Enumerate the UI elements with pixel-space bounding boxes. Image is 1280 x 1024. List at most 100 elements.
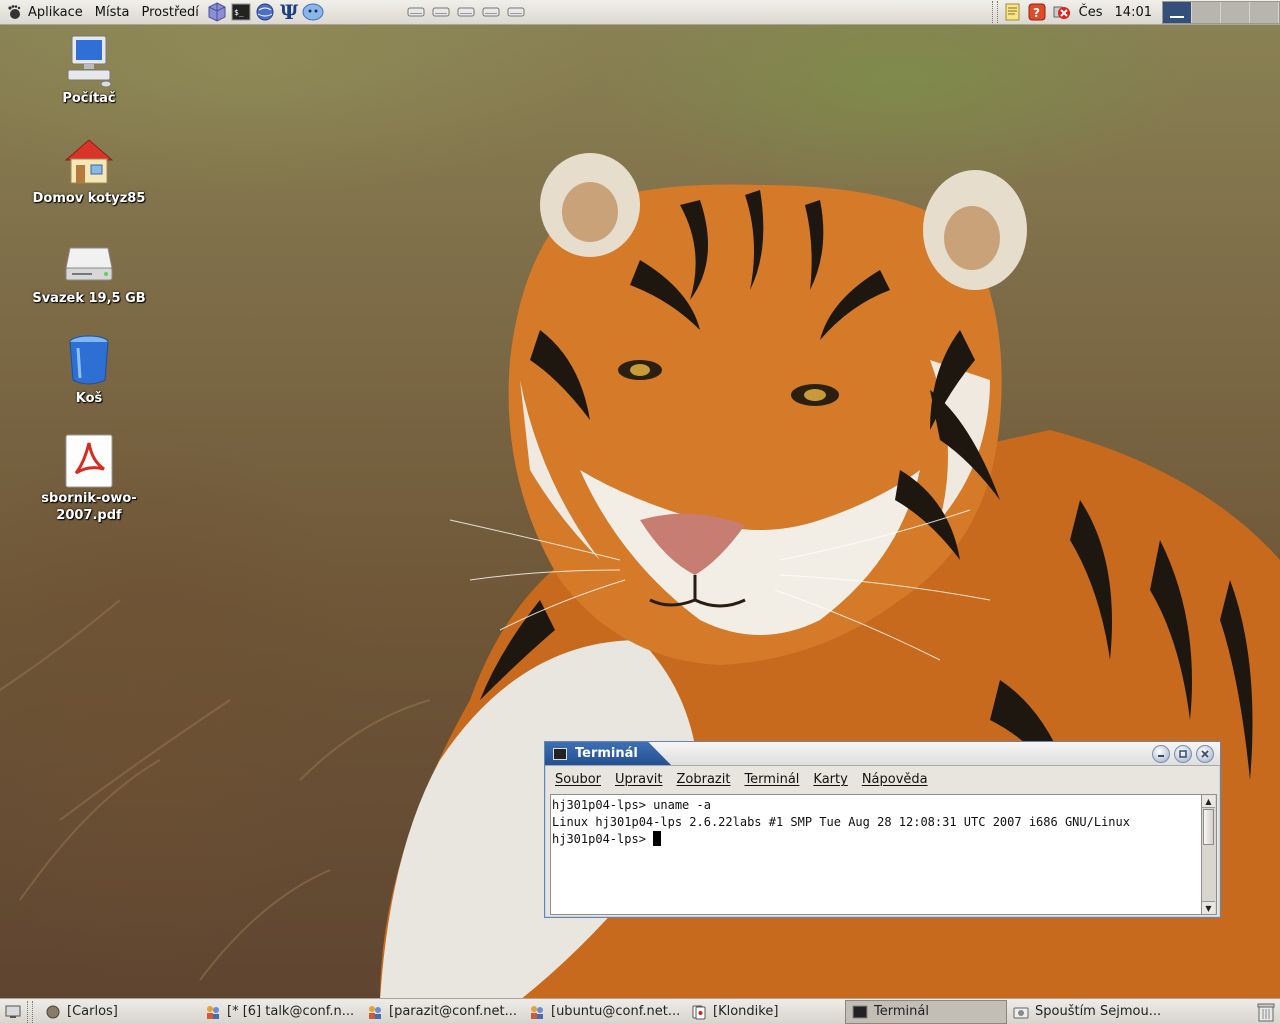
task-label: [parazit@conf.net...: [389, 1004, 517, 1019]
pdf-icon: [62, 434, 116, 488]
terminal-menubar: Soubor Upravit Zobrazit Terminál Karty N…: [545, 766, 1220, 793]
gnome-foot-icon: [8, 5, 21, 19]
launcher-terminal-icon[interactable]: $_: [230, 1, 252, 23]
task-button-ubuntu[interactable]: [ubuntu@conf.net...: [523, 1000, 685, 1024]
task-label: [* [6] talk@conf.n...: [227, 1004, 355, 1019]
trash-icon: [62, 334, 116, 388]
desktop-icon-label: sbornik-owo-2007.pdf: [41, 491, 137, 523]
tray-handle[interactable]: [991, 1, 998, 23]
terminal-icon: [852, 1004, 868, 1020]
terminal-scrollbar[interactable]: ▲ ▼: [1202, 794, 1217, 915]
task-label: [ubuntu@conf.net...: [551, 1004, 681, 1019]
system-tray: ? Čes 14:01: [989, 0, 1280, 25]
desktop-icon-label: Počítač: [62, 91, 116, 106]
menu-applications[interactable]: Aplikace: [0, 0, 89, 25]
task-button-talk[interactable]: [* [6] talk@conf.n...: [199, 1000, 361, 1024]
minimize-icon: [1158, 755, 1164, 757]
close-button[interactable]: [1196, 745, 1214, 763]
menu-tabs[interactable]: Karty: [813, 772, 847, 787]
desktop-icon-home[interactable]: Domov kotyz85: [29, 134, 149, 207]
svg-text:Ψ: Ψ: [280, 1, 299, 23]
window-title: Terminál: [575, 746, 638, 761]
task-label: Terminál: [874, 1004, 929, 1019]
desktop-icon-label: Svazek 19,5 GB: [32, 291, 146, 306]
clock[interactable]: 14:01: [1109, 0, 1158, 25]
game-icon: [45, 1004, 61, 1020]
menu-applications-label: Aplikace: [28, 4, 83, 20]
menu-help[interactable]: Nápověda: [862, 772, 928, 787]
camera-icon: [1013, 1004, 1029, 1020]
menu-places[interactable]: Místa: [89, 0, 136, 25]
task-button-terminal[interactable]: Terminál: [845, 999, 1007, 1024]
text-cursor: [653, 831, 662, 846]
desktop-icon-label: Koš: [75, 391, 103, 406]
drive-icon[interactable]: [505, 1, 527, 23]
trash-applet[interactable]: [1254, 1000, 1278, 1024]
scroll-down-button[interactable]: ▼: [1202, 901, 1215, 914]
workspace-1[interactable]: [1163, 1, 1192, 23]
terminal-prompt-line: hj301p04-lps>: [552, 831, 1200, 848]
drive-icon[interactable]: [430, 1, 452, 23]
task-label: Spouštím Sejmou...: [1035, 1004, 1162, 1019]
scrollbar-thumb[interactable]: [1203, 809, 1214, 845]
minimize-button[interactable]: [1152, 745, 1170, 763]
drive-mounts: [405, 1, 527, 23]
help-icon[interactable]: ?: [1026, 1, 1048, 23]
desktop-icon-label: Domov kotyz85: [32, 191, 146, 206]
menu-system[interactable]: Prostředí: [135, 0, 204, 25]
desktop-icon-volume[interactable]: Svazek 19,5 GB: [29, 234, 149, 307]
home-icon: [62, 134, 116, 188]
terminal-line: Linux hj301p04-lps 2.6.22labs #1 SMP Tue…: [552, 815, 1130, 829]
trash-icon: [1257, 1003, 1275, 1022]
menu-view[interactable]: Zobrazit: [676, 772, 730, 787]
svg-text:$_: $_: [234, 8, 244, 17]
show-desktop-button[interactable]: [3, 1002, 23, 1022]
terminal-output[interactable]: hj301p04-lps> uname -a Linux hj301p04-lps…: [550, 794, 1202, 915]
desktop-icon-trash[interactable]: Koš: [29, 334, 149, 407]
terminal-titlebar[interactable]: Terminál: [545, 742, 1220, 766]
drive-icon[interactable]: [405, 1, 427, 23]
launcher-box-icon[interactable]: [206, 1, 228, 23]
menu-file[interactable]: Soubor: [555, 772, 601, 787]
workspace-4[interactable]: [1250, 1, 1279, 23]
scroll-up-button[interactable]: ▲: [1202, 795, 1215, 808]
task-button-carlos[interactable]: [Carlos]: [39, 1000, 199, 1024]
people-icon: [367, 1004, 383, 1020]
maximize-button[interactable]: [1174, 745, 1192, 763]
desktop-icon-pdf[interactable]: sbornik-owo-2007.pdf: [29, 434, 149, 524]
task-label: [Klondike]: [713, 1004, 779, 1019]
notes-icon[interactable]: [1002, 1, 1024, 23]
menu-edit[interactable]: Upravit: [615, 772, 662, 787]
bottom-panel: [Carlos] [* [6] talk@conf.n... [parazit@…: [0, 998, 1280, 1024]
people-icon: [205, 1004, 221, 1020]
workspace-switcher: [1162, 0, 1280, 24]
launcher-network-icon[interactable]: [254, 1, 276, 23]
network-disconnected-icon[interactable]: [1050, 1, 1072, 23]
maximize-icon: [1179, 750, 1187, 758]
terminal-prompt: hj301p04-lps>: [552, 832, 654, 846]
window-controls: [1152, 745, 1214, 763]
workspace-2[interactable]: [1192, 1, 1221, 23]
task-label: [Carlos]: [67, 1004, 118, 1019]
launcher-psi-icon[interactable]: Ψ: [278, 1, 300, 23]
close-icon: [1201, 750, 1209, 758]
terminal-title-tab: Terminál: [545, 742, 671, 765]
task-button-klondike[interactable]: [Klondike]: [685, 1000, 845, 1024]
workspace-3[interactable]: [1221, 1, 1250, 23]
menu-terminal[interactable]: Terminál: [744, 772, 799, 787]
taskbar-handle[interactable]: [27, 1000, 33, 1023]
drive-icon[interactable]: [480, 1, 502, 23]
terminal-line: hj301p04-lps> uname -a: [552, 798, 711, 812]
people-icon: [529, 1004, 545, 1020]
task-button-screenshot[interactable]: Spouštím Sejmou...: [1007, 1000, 1177, 1024]
top-panel: Aplikace Místa Prostředí $_ Ψ ? Čes 14:0: [0, 0, 1280, 25]
drive-icon[interactable]: [455, 1, 477, 23]
cards-icon: [691, 1004, 707, 1020]
svg-text:?: ?: [1033, 6, 1040, 20]
computer-icon: [62, 34, 116, 88]
keyboard-layout-indicator[interactable]: Čes: [1073, 0, 1109, 25]
launcher-chat-icon[interactable]: [302, 1, 324, 23]
terminal-window[interactable]: Terminál Soubor Upravit Zobrazit Terminá…: [544, 741, 1221, 918]
desktop-icon-computer[interactable]: Počítač: [29, 34, 149, 107]
task-button-parazit[interactable]: [parazit@conf.net...: [361, 1000, 523, 1024]
